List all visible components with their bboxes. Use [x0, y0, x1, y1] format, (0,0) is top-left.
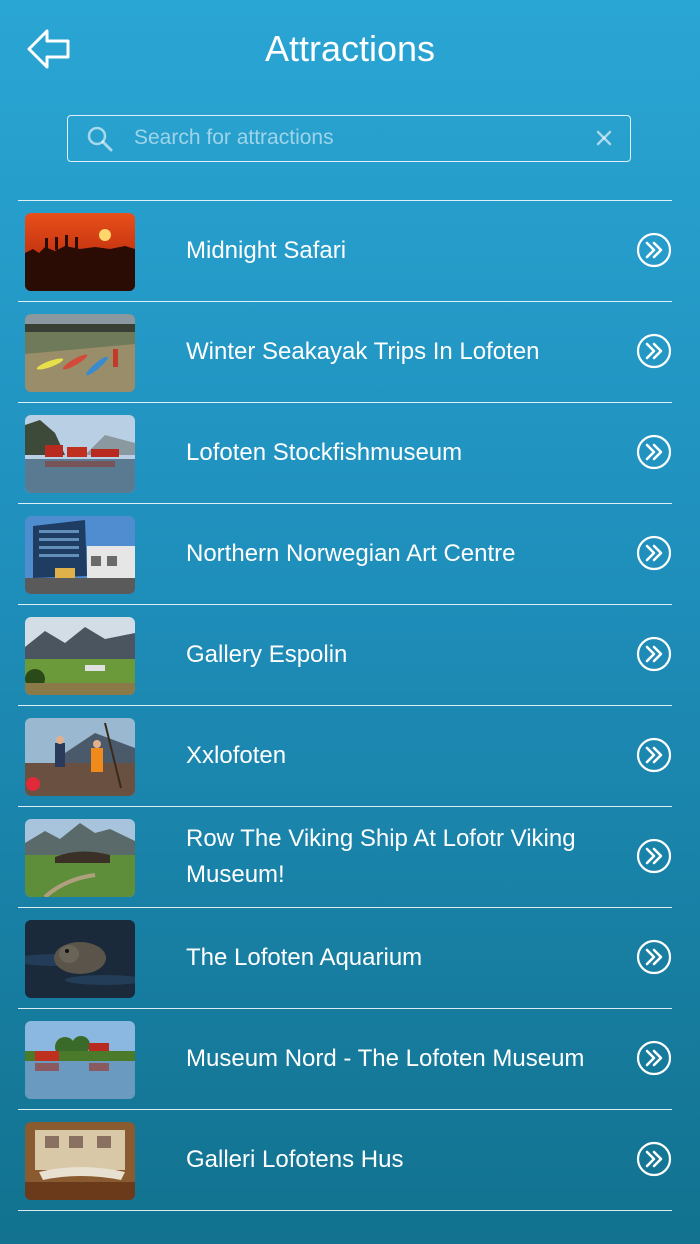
list-item-label: Gallery Espolin: [186, 641, 348, 668]
list-item[interactable]: Lofoten Stockfishmuseum: [18, 403, 672, 504]
sunset-silhouettes-thumbnail: [25, 213, 135, 291]
modern-building-thumbnail: [25, 516, 135, 594]
list-item[interactable]: Xxlofoten: [18, 706, 672, 807]
kayaks-on-shore-thumbnail: [25, 314, 135, 392]
double-chevron-right-icon[interactable]: [636, 1141, 672, 1177]
search-input[interactable]: [134, 116, 574, 160]
village-reflection-thumbnail: [25, 1021, 135, 1099]
list-item-label: Winter Seakayak Trips In Lofoten: [186, 338, 540, 365]
search-icon: [86, 125, 114, 153]
clear-icon[interactable]: [594, 128, 614, 148]
double-chevron-right-icon[interactable]: [636, 838, 672, 874]
double-chevron-right-icon[interactable]: [636, 333, 672, 369]
seal-in-water-thumbnail: [25, 920, 135, 998]
list-item-label: Galleri Lofotens Hus: [186, 1146, 404, 1173]
list-item[interactable]: Winter Seakayak Trips In Lofoten: [18, 302, 672, 403]
double-chevron-right-icon[interactable]: [636, 737, 672, 773]
viking-longhouse-thumbnail: [25, 819, 135, 897]
double-chevron-right-icon[interactable]: [636, 535, 672, 571]
list-item-label: The Lofoten Aquarium: [186, 944, 423, 971]
list-item[interactable]: Museum Nord - The Lofoten Museum: [18, 1009, 672, 1110]
list-item-label: Xxlofoten: [186, 742, 287, 769]
double-chevron-right-icon[interactable]: [636, 1040, 672, 1076]
list-item-label: Midnight Safari: [186, 237, 347, 264]
attractions-list: Midnight Safari Winter Seakayak Trips In…: [18, 200, 672, 1211]
mountain-landscape-thumbnail: [25, 617, 135, 695]
gallery-interior-thumbnail: [25, 1122, 135, 1200]
page-title: Attractions: [264, 28, 436, 69]
search-bar[interactable]: [67, 115, 631, 162]
list-item-label: Museum Nord - The Lofoten Museum: [186, 1045, 585, 1072]
header: Attractions: [0, 0, 700, 100]
list-item[interactable]: Row The Viking Ship At Lofotr Viking Mus…: [18, 807, 672, 908]
double-chevron-right-icon[interactable]: [636, 232, 672, 268]
double-chevron-right-icon[interactable]: [636, 939, 672, 975]
red-houses-by-water-thumbnail: [25, 415, 135, 493]
double-chevron-right-icon[interactable]: [636, 434, 672, 470]
list-item-label: Lofoten Stockfishmuseum: [186, 439, 463, 466]
list-item[interactable]: The Lofoten Aquarium: [18, 908, 672, 1009]
list-item-label: Row The Viking Ship At Lofotr Viking Mus…: [186, 825, 576, 888]
double-chevron-right-icon[interactable]: [636, 636, 672, 672]
list-item[interactable]: Gallery Espolin: [18, 605, 672, 706]
list-item[interactable]: Midnight Safari: [18, 201, 672, 302]
list-item[interactable]: Northern Norwegian Art Centre: [18, 504, 672, 605]
fishermen-on-boat-thumbnail: [25, 718, 135, 796]
list-item[interactable]: Galleri Lofotens Hus: [18, 1110, 672, 1211]
list-item-label: Northern Norwegian Art Centre: [186, 540, 516, 567]
